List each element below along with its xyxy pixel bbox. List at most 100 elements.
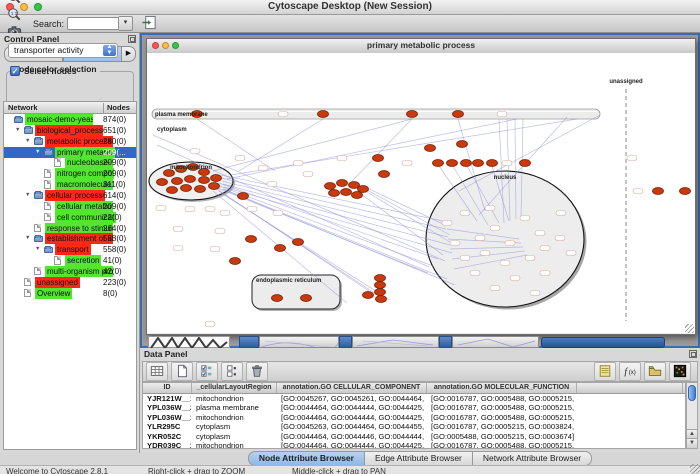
graph-node[interactable] [520,160,531,167]
more-tabs-icon[interactable]: ▶ [122,46,136,62]
graph-node[interactable] [461,160,472,167]
graph-node[interactable] [473,160,484,167]
tab-network-attribute-browser[interactable]: Network Attribute Browser [473,451,592,466]
network-tree-item[interactable]: cellular metabo209(0) [4,201,136,212]
graph-node[interactable] [293,239,304,246]
import-attributes-button[interactable] [644,362,666,381]
network-tree-item[interactable]: ▼cellular process614(0) [4,190,136,201]
network-view-window[interactable]: primary metabolic process plasma membran… [146,38,696,335]
graph-node[interactable] [167,187,178,194]
search-input[interactable] [67,17,119,30]
graph-node[interactable] [373,155,384,162]
table-row[interactable]: YDR039C__1mitochondrion[GO:0044464, GO:0… [143,441,685,449]
network-tree-item[interactable]: ▼biological_process651(0) [4,125,136,136]
table-row[interactable]: YKR052Ccytoplasm[GO:0044464, GO:0044446,… [143,432,685,441]
background-windows[interactable] [144,336,696,348]
network-tree-item[interactable]: multi-organism pro42(0) [4,266,136,277]
column-header[interactable]: annotation.GO CELLULAR_COMPONENT [277,383,427,393]
graph-node[interactable] [272,295,283,302]
graph-node[interactable] [433,160,444,167]
graph-node[interactable] [211,175,222,182]
column-header[interactable]: _cellularLayoutRegion [192,383,277,393]
attribute-table-button[interactable] [146,362,168,381]
network-tree-item[interactable]: secretion41(0) [4,255,136,266]
graph-node[interactable] [453,111,464,118]
graph-node[interactable] [341,189,352,196]
table-row[interactable]: YLR295Ccytoplasm[GO:0045263, GO:0044464,… [143,422,685,431]
graph-node[interactable] [172,178,183,185]
graph-node[interactable] [653,188,664,195]
graph-node[interactable] [199,177,210,184]
graph-node[interactable] [185,176,196,183]
network-tree-item[interactable]: nucleobase-209(0) [4,157,136,168]
graph-node[interactable] [352,192,363,199]
graph-node[interactable] [246,236,257,243]
network-tree-item[interactable]: ▼establishment of lo558(0) [4,233,136,244]
graph-node[interactable] [376,296,387,303]
network-tree-item[interactable]: ▼primary metabo209(... [4,147,136,158]
network-canvas[interactable]: plasma membranecytoplasmmitochondrionnuc… [147,53,695,333]
import-network-button[interactable] [139,15,160,32]
graph-node[interactable] [275,245,286,252]
network-tree-item[interactable]: unassigned223(0) [4,277,136,288]
graph-node[interactable] [375,275,386,282]
unselect-attributes-button[interactable] [221,362,243,381]
network-tree-item[interactable]: Overview8(0) [4,288,136,299]
tab-node-attribute-browser[interactable]: Node Attribute Browser [248,451,365,466]
graph-node[interactable] [209,183,220,190]
float-panel-icon[interactable] [689,350,697,358]
delete-attribute-button[interactable] [246,362,268,381]
network-tree-item[interactable]: mosaic-demo-yeast874(0) [4,114,136,125]
graph-node[interactable] [375,282,386,289]
graph-node[interactable] [238,193,249,200]
node-color-dropdown[interactable]: transporter activity ▲▼ [8,43,118,58]
graph-node[interactable] [318,111,329,118]
expand-arrow-icon[interactable]: ▼ [35,244,40,255]
graph-node[interactable] [457,141,468,148]
table-scrollbar[interactable]: ▲ ▼ [686,382,698,449]
select-nodes-checkbox[interactable]: ✓ [10,66,20,76]
zoom-fit-button[interactable]: 1:1 [4,7,25,24]
expand-arrow-icon[interactable]: ▼ [25,233,30,244]
create-attribute-button[interactable] [171,362,193,381]
network-tree[interactable]: Network Nodes mosaic-demo-yeast874(0)▼bi… [3,101,137,450]
tab-edge-attribute-browser[interactable]: Edge Attribute Browser [365,451,473,466]
attribute-table[interactable]: ID_cellularLayoutRegionannotation.GO CEL… [142,382,686,449]
expand-arrow-icon[interactable]: ▼ [15,125,20,136]
expand-arrow-icon[interactable]: ▼ [25,190,30,201]
graph-node[interactable] [329,190,340,197]
function-builder-button[interactable]: f(x) [619,362,641,381]
graph-node[interactable] [447,160,458,167]
graph-node[interactable] [181,185,192,192]
network-tree-header[interactable]: Network Nodes [4,102,136,114]
select-attributes-button[interactable] [196,362,218,381]
network-tree-item[interactable]: nitrogen compo209(0) [4,168,136,179]
graph-node[interactable] [157,179,168,186]
expand-arrow-icon[interactable]: ▼ [35,147,40,158]
dropdown-stepper-icon[interactable]: ▲▼ [103,45,116,56]
network-tree-item[interactable]: macromolecule311(0) [4,179,136,190]
attribute-notes-button[interactable] [594,362,616,381]
column-header[interactable]: ID [143,383,192,393]
table-row[interactable]: YJR121W__1mitochondrion[GO:0045267, GO:0… [143,394,685,403]
graph-node[interactable] [230,258,241,265]
graph-node[interactable] [379,171,390,178]
graph-node[interactable] [363,292,374,299]
graph-node[interactable] [407,111,418,118]
graph-node[interactable] [325,183,336,190]
network-tree-item[interactable]: cell communicat22(0) [4,212,136,223]
attribute-matrix-button[interactable] [669,362,691,381]
float-panel-icon[interactable] [128,35,136,43]
graph-node[interactable] [487,160,498,167]
network-view-titlebar[interactable]: primary metabolic process [147,39,695,54]
graph-node[interactable] [680,188,691,195]
column-header[interactable] [577,383,683,393]
network-tree-item[interactable]: ▼transport558(0) [4,244,136,255]
graph-node[interactable] [375,289,386,296]
graph-node[interactable] [301,295,312,302]
graph-node[interactable] [425,145,436,152]
table-row[interactable]: YPL036W__2plasma membrane[GO:0044464, GO… [143,403,685,412]
table-row[interactable]: YPL036W__1mitochondrion[GO:0044464, GO:0… [143,413,685,422]
view-resize-grip[interactable] [685,324,694,333]
scrollbar-thumb[interactable] [688,385,696,401]
